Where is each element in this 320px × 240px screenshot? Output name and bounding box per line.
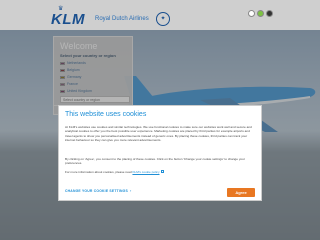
klm-logo[interactable]: ♛ KLM Royal Dutch Airlines ✦ bbox=[40, 5, 170, 28]
switch-dot-3[interactable] bbox=[266, 10, 273, 17]
skyteam-emblem-icon: ✦ bbox=[156, 12, 170, 26]
cookie-paragraph-1: At KLM's websites use cookies and simila… bbox=[65, 125, 252, 142]
change-cookie-settings-label: CHANGE YOUR COOKIE SETTINGS bbox=[65, 189, 128, 193]
chevron-right-icon: › bbox=[130, 189, 132, 193]
change-cookie-settings-link[interactable]: CHANGE YOUR COOKIE SETTINGS › bbox=[65, 189, 131, 193]
logo-subtitle: Royal Dutch Airlines bbox=[95, 16, 149, 22]
cookie-policy-intro: For more information about cookies, plea… bbox=[65, 170, 132, 174]
cookie-dialog-title: This website uses cookies bbox=[65, 111, 147, 118]
cookie-policy-link[interactable]: KLM's cookie policy bbox=[132, 170, 159, 174]
cookie-dialog: This website uses cookies At KLM's websi… bbox=[58, 105, 262, 201]
logo-text: KLM bbox=[51, 11, 85, 28]
switch-dot-1[interactable] bbox=[248, 10, 255, 17]
cookie-paragraph-3: For more information about cookies, plea… bbox=[65, 170, 257, 174]
cookie-paragraph-2: By clicking on 'Agree', you consent to t… bbox=[65, 157, 245, 166]
switch-dot-2[interactable] bbox=[257, 10, 264, 17]
external-link-icon bbox=[160, 170, 164, 173]
header-switches bbox=[248, 10, 278, 18]
site-header: ♛ KLM Royal Dutch Airlines ✦ bbox=[0, 0, 320, 30]
agree-button[interactable]: Agree bbox=[227, 188, 255, 197]
